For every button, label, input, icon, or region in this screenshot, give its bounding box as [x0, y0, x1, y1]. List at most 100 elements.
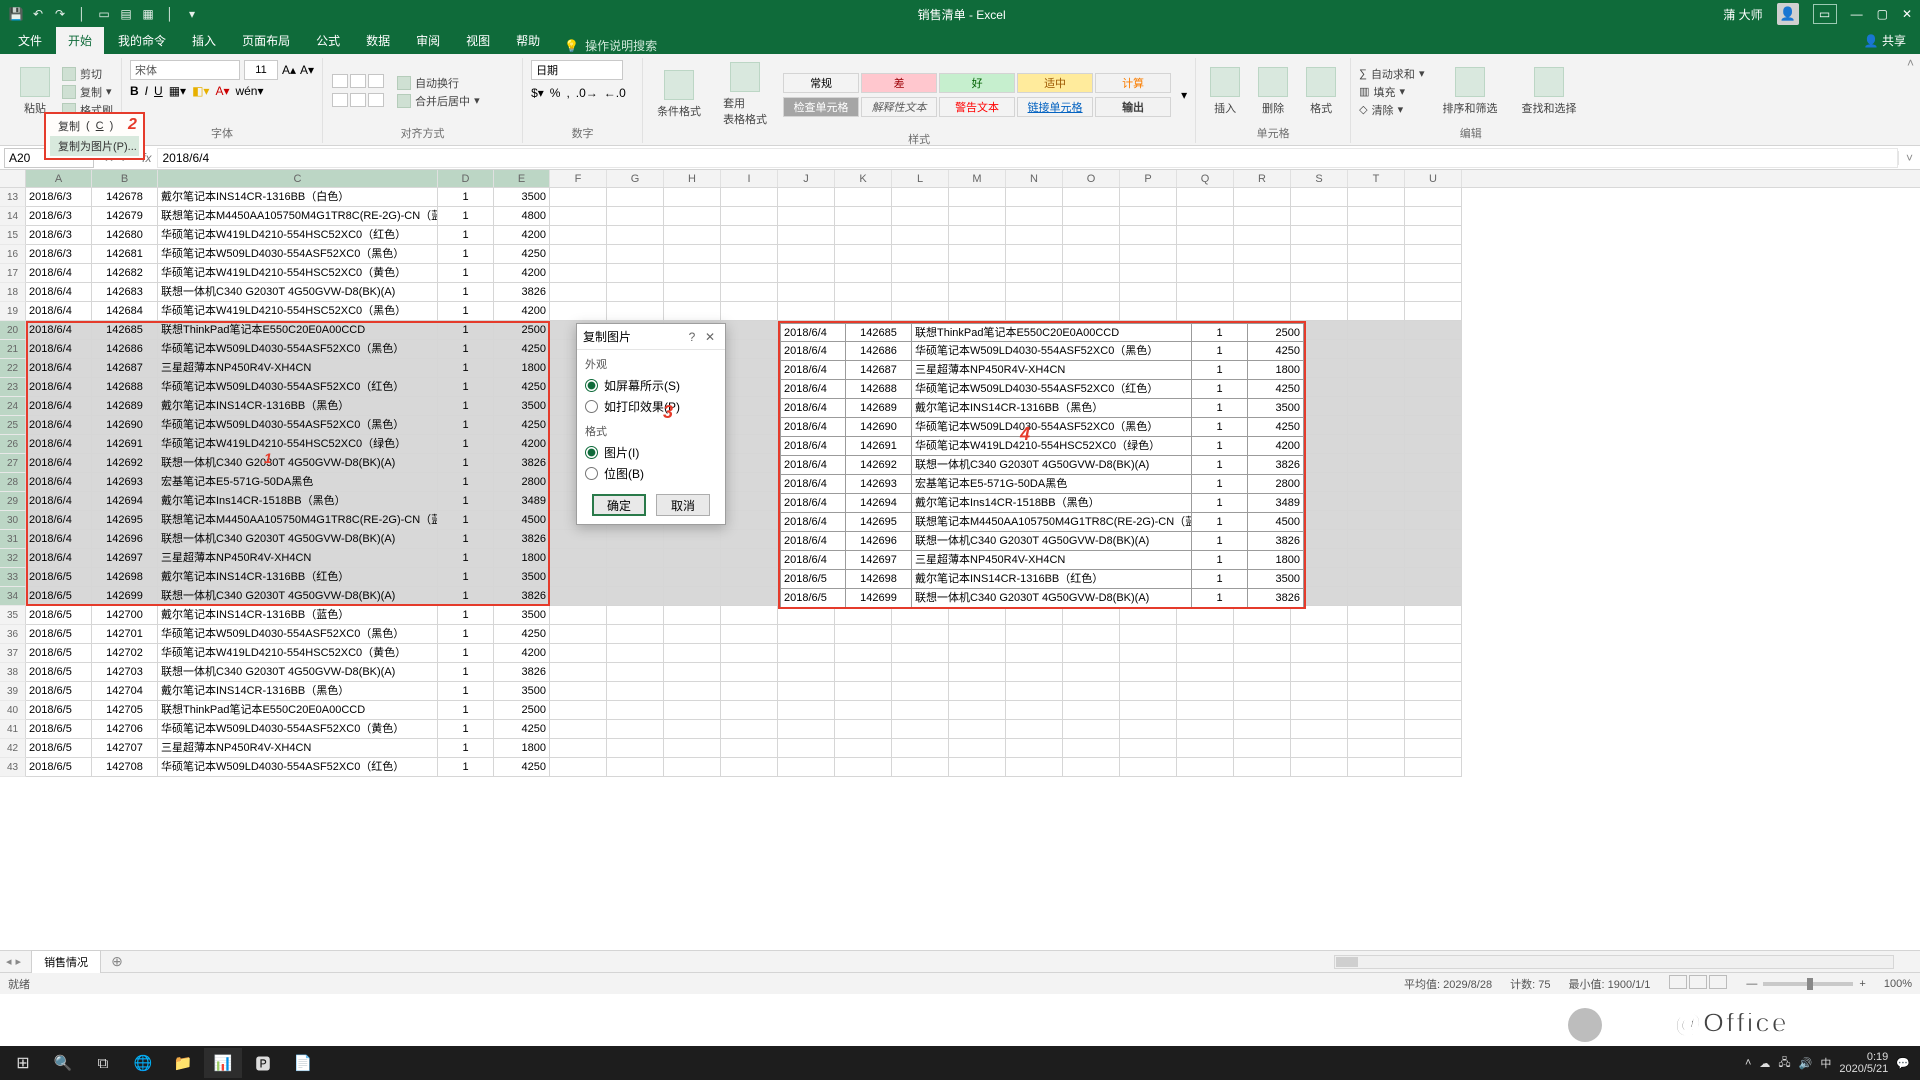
- cell[interactable]: [835, 264, 892, 283]
- cell[interactable]: [1405, 378, 1462, 397]
- row-header[interactable]: 22: [0, 359, 26, 378]
- cell[interactable]: [778, 188, 835, 207]
- cell[interactable]: [721, 701, 778, 720]
- taskbar-app-excel[interactable]: 📊: [204, 1048, 242, 1078]
- table-row[interactable]: 132018/6/3142678戴尔笔记本INS14CR-1316BB（白色）1…: [0, 188, 1920, 207]
- cell[interactable]: [1405, 701, 1462, 720]
- column-header-I[interactable]: I: [721, 170, 778, 187]
- cell[interactable]: [1063, 758, 1120, 777]
- cell[interactable]: 1: [438, 530, 494, 549]
- cell[interactable]: 1: [438, 378, 494, 397]
- cell[interactable]: [1348, 416, 1405, 435]
- row-header[interactable]: 18: [0, 283, 26, 302]
- cell[interactable]: [721, 188, 778, 207]
- cell[interactable]: 2018/6/4: [26, 416, 92, 435]
- cell[interactable]: [1234, 264, 1291, 283]
- cell[interactable]: [1120, 663, 1177, 682]
- cell[interactable]: [607, 701, 664, 720]
- cell[interactable]: [550, 625, 607, 644]
- cell[interactable]: 2018/6/3: [26, 188, 92, 207]
- share-button[interactable]: 👤 共享: [1850, 27, 1920, 54]
- cell[interactable]: 4250: [494, 416, 550, 435]
- cell[interactable]: [892, 188, 949, 207]
- number-format-select[interactable]: [531, 60, 623, 80]
- cell[interactable]: 华硕笔记本W509LD4030-554ASF52XC0（黑色）: [158, 625, 438, 644]
- cell[interactable]: 4200: [494, 264, 550, 283]
- cell[interactable]: [1234, 188, 1291, 207]
- cell[interactable]: [949, 644, 1006, 663]
- cell[interactable]: [550, 758, 607, 777]
- cell[interactable]: [1405, 226, 1462, 245]
- style-link[interactable]: 链接单元格: [1017, 97, 1093, 117]
- cell[interactable]: [1291, 226, 1348, 245]
- cell[interactable]: [1006, 739, 1063, 758]
- cell[interactable]: [778, 625, 835, 644]
- row-header[interactable]: 38: [0, 663, 26, 682]
- cell[interactable]: 华硕笔记本W419LD4210-554HSC52XC0（黄色）: [158, 264, 438, 283]
- cell[interactable]: 1: [438, 359, 494, 378]
- cell[interactable]: [892, 283, 949, 302]
- cell[interactable]: 2018/6/5: [26, 625, 92, 644]
- tray-notifications-icon[interactable]: 💬: [1896, 1057, 1910, 1070]
- column-header-S[interactable]: S: [1291, 170, 1348, 187]
- tray-clock[interactable]: 0:192020/5/21: [1839, 1051, 1888, 1075]
- cell[interactable]: [721, 359, 778, 378]
- cell[interactable]: 1: [438, 321, 494, 340]
- tray-network-icon[interactable]: 🖧: [1778, 1054, 1790, 1073]
- cell[interactable]: [664, 739, 721, 758]
- cell[interactable]: 2018/6/5: [26, 644, 92, 663]
- cell[interactable]: [1405, 739, 1462, 758]
- cell[interactable]: [1291, 682, 1348, 701]
- cell[interactable]: 1: [438, 340, 494, 359]
- cell[interactable]: [1120, 264, 1177, 283]
- cell[interactable]: [778, 264, 835, 283]
- user-avatar-icon[interactable]: 👤: [1777, 3, 1799, 25]
- cell[interactable]: [721, 473, 778, 492]
- taskbar-app-ps[interactable]: 🅿: [244, 1048, 282, 1078]
- column-header-F[interactable]: F: [550, 170, 607, 187]
- cell[interactable]: 2018/6/4: [26, 492, 92, 511]
- cell[interactable]: [1063, 739, 1120, 758]
- cell[interactable]: [1234, 302, 1291, 321]
- cell[interactable]: [1177, 758, 1234, 777]
- cell[interactable]: [1405, 758, 1462, 777]
- cell[interactable]: [1348, 758, 1405, 777]
- cell[interactable]: 4200: [494, 435, 550, 454]
- cell[interactable]: [1234, 644, 1291, 663]
- cell[interactable]: 1: [438, 682, 494, 701]
- cell[interactable]: [1006, 701, 1063, 720]
- cell[interactable]: [1120, 739, 1177, 758]
- style-warn[interactable]: 警告文本: [939, 97, 1015, 117]
- cell[interactable]: [1405, 530, 1462, 549]
- cell[interactable]: [721, 739, 778, 758]
- cell[interactable]: 2018/6/4: [26, 549, 92, 568]
- radio-as-screen[interactable]: 如屏幕所示(S): [585, 375, 717, 396]
- cell[interactable]: [1177, 720, 1234, 739]
- style-normal[interactable]: 常规: [783, 73, 859, 93]
- cell[interactable]: 142701: [92, 625, 158, 644]
- table-row[interactable]: 362018/6/5142701华硕笔记本W509LD4030-554ASF52…: [0, 625, 1920, 644]
- cell[interactable]: 2018/6/4: [26, 435, 92, 454]
- cell[interactable]: 142692: [92, 454, 158, 473]
- cell[interactable]: 1: [438, 207, 494, 226]
- cell[interactable]: [1177, 682, 1234, 701]
- cell[interactable]: [721, 530, 778, 549]
- cell[interactable]: 2018/6/5: [26, 568, 92, 587]
- table-row[interactable]: 392018/6/5142704戴尔笔记本INS14CR-1316BB（黑色）1…: [0, 682, 1920, 701]
- cell[interactable]: [1291, 606, 1348, 625]
- cell[interactable]: 戴尔笔记本INS14CR-1316BB（黑色）: [158, 682, 438, 701]
- cell[interactable]: [1348, 549, 1405, 568]
- cell[interactable]: [664, 606, 721, 625]
- cell[interactable]: [721, 378, 778, 397]
- tray-ime-icon[interactable]: 中: [1820, 1055, 1831, 1071]
- cell[interactable]: [1120, 625, 1177, 644]
- table-row[interactable]: 152018/6/3142680华硕笔记本W419LD4210-554HSC52…: [0, 226, 1920, 245]
- new-icon[interactable]: ▭: [96, 6, 112, 22]
- cell[interactable]: 2018/6/5: [26, 739, 92, 758]
- cell[interactable]: [607, 283, 664, 302]
- dialog-ok-button[interactable]: 确定: [592, 494, 646, 516]
- cell[interactable]: [1291, 701, 1348, 720]
- cell[interactable]: 142703: [92, 663, 158, 682]
- cell[interactable]: [892, 758, 949, 777]
- cell[interactable]: 1: [438, 587, 494, 606]
